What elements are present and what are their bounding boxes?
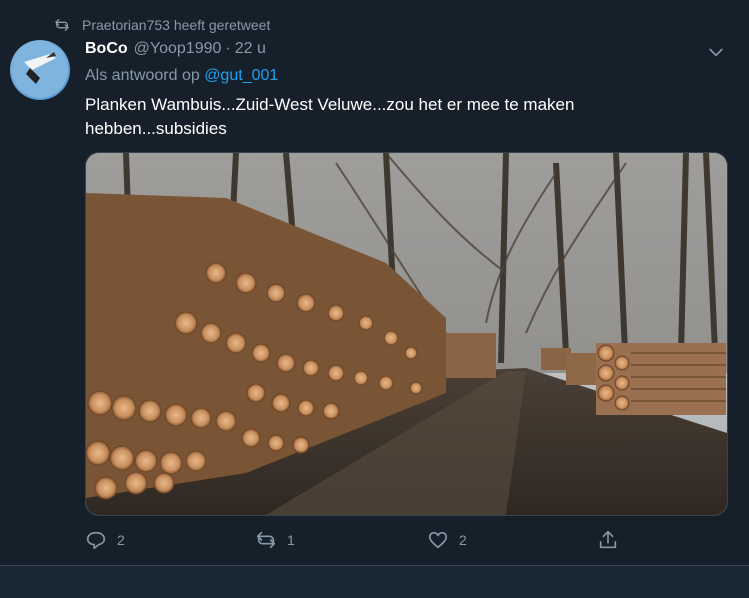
avatar[interactable]	[10, 40, 70, 100]
reply-icon	[86, 531, 106, 550]
reply-button[interactable]: 2	[85, 526, 125, 554]
retweet-context-text[interactable]: Praetorian753 heeft geretweet	[82, 17, 270, 33]
author-name[interactable]: BoCo	[85, 40, 128, 58]
tweet-text: Planken Wambuis...Zuid-West Veluwe...zou…	[85, 95, 575, 138]
reply-mention-link[interactable]: @gut_001	[204, 67, 278, 84]
tweet-header: BoCo @Yoop1990 · 22 u	[85, 40, 266, 58]
tweet[interactable]: Praetorian753 heeft geretweet BoCo @Yoop…	[0, 0, 749, 565]
heart-icon	[428, 531, 448, 549]
chevron-down-icon[interactable]	[706, 42, 726, 62]
reply-prefix: Als antwoord op	[85, 67, 200, 84]
retweet-icon	[55, 19, 69, 31]
like-button[interactable]: 2	[427, 526, 467, 554]
share-icon	[599, 530, 617, 549]
retweet-icon	[256, 531, 276, 549]
separator: ·	[225, 40, 231, 57]
retweet-count: 1	[287, 532, 295, 548]
tweet-actions: 2 1 2	[85, 526, 645, 554]
retweet-button[interactable]: 1	[255, 526, 295, 554]
next-tweet-preview	[0, 565, 749, 598]
retweet-context: Praetorian753 heeft geretweet	[54, 14, 270, 36]
tweet-time[interactable]: 22 u	[235, 40, 266, 58]
reply-count: 2	[117, 532, 125, 548]
like-count: 2	[459, 532, 467, 548]
reply-context: Als antwoord op @gut_001	[85, 67, 278, 85]
author-handle[interactable]: @Yoop1990	[134, 40, 222, 58]
tweet-photo[interactable]	[85, 152, 728, 516]
share-button[interactable]	[597, 526, 629, 554]
